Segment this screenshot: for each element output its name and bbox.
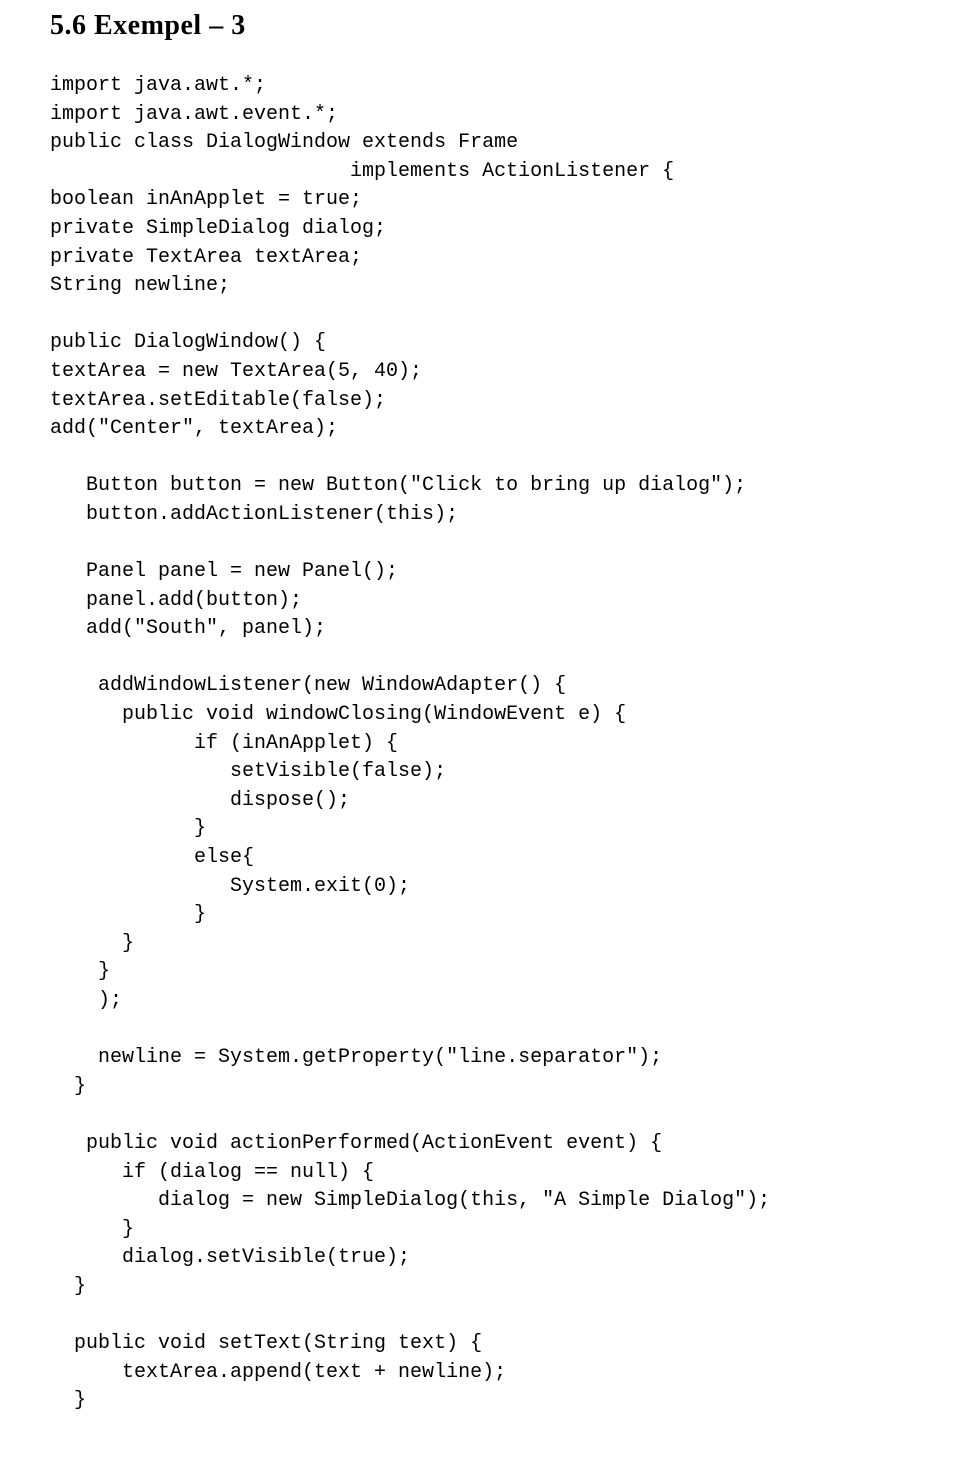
document-page: 5.6 Exempel – 3 import java.awt.*; impor…: [0, 0, 960, 1466]
section-heading: 5.6 Exempel – 3: [50, 10, 910, 42]
code-block: import java.awt.*; import java.awt.event…: [50, 72, 910, 1416]
